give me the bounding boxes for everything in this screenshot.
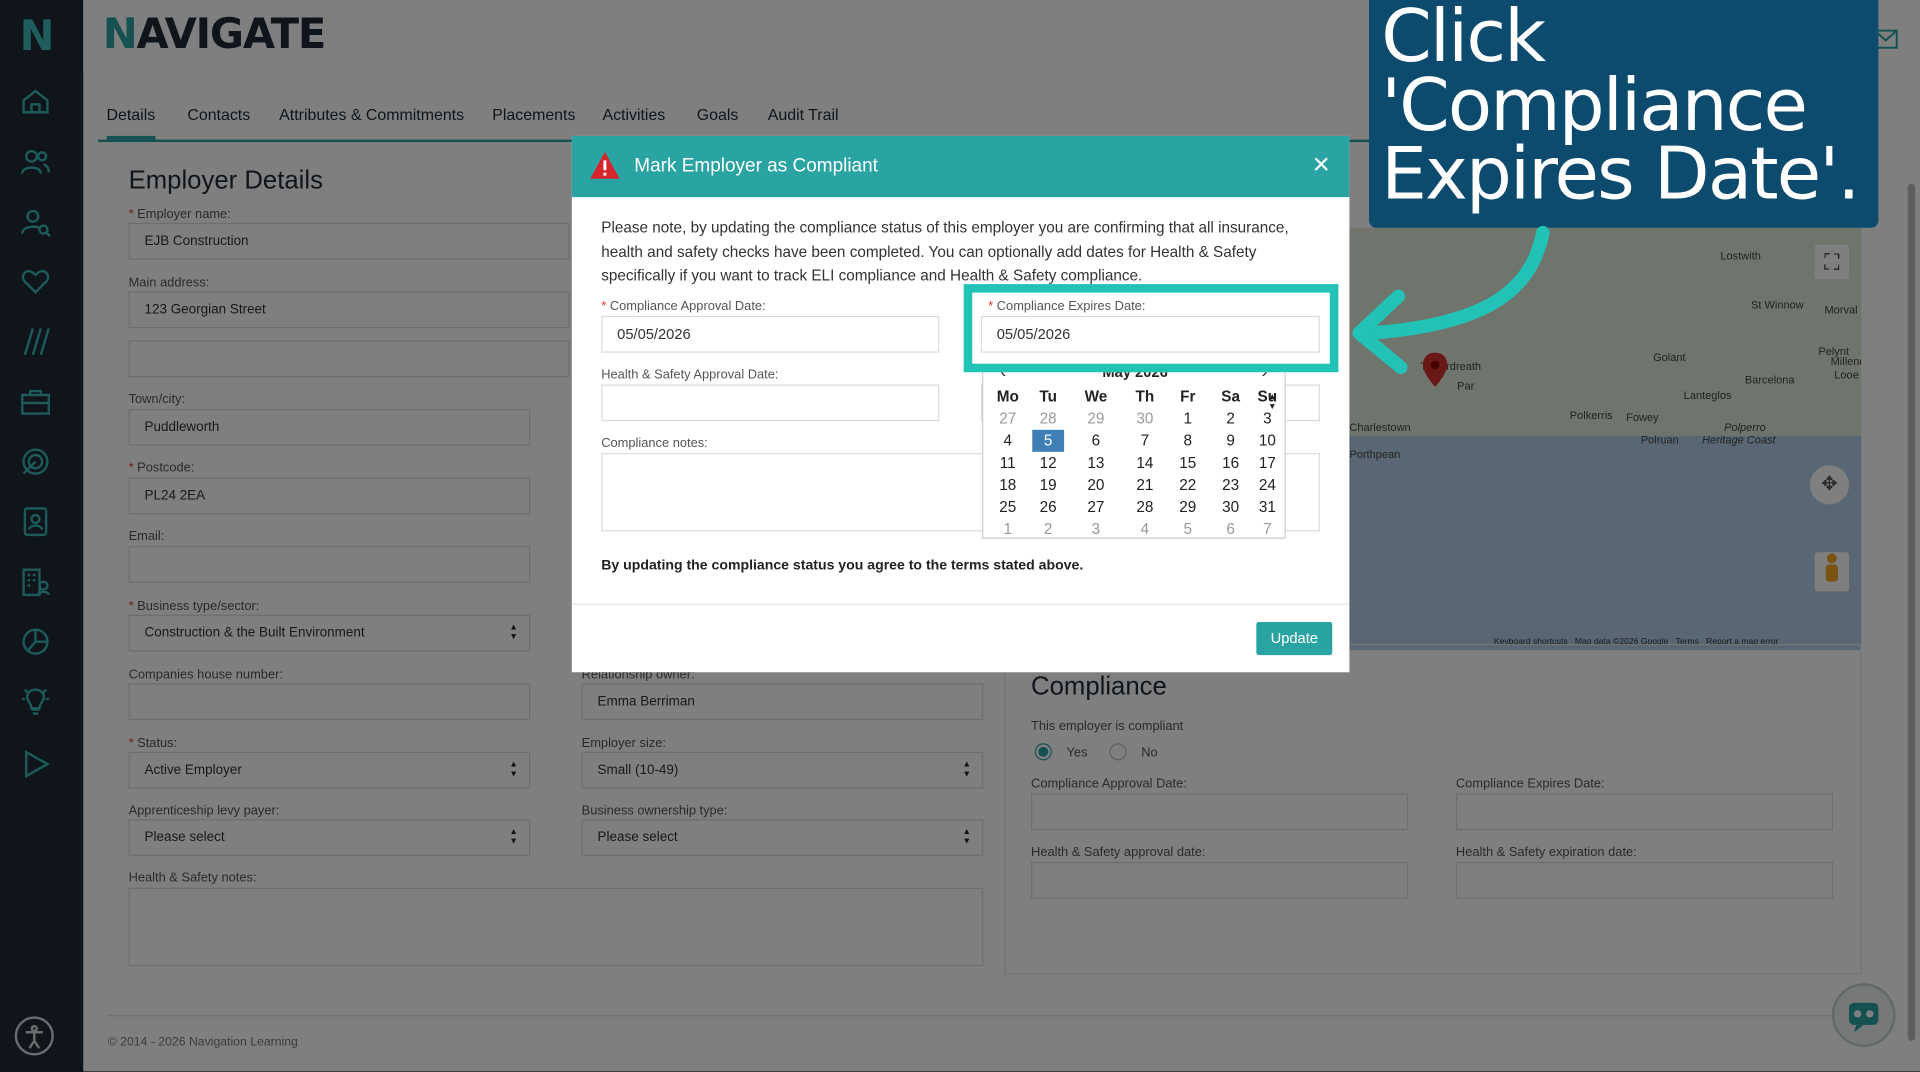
calendar-week-row: 18 19 20 21 22 23 24: [983, 474, 1287, 496]
calendar-day[interactable]: 3: [1064, 518, 1128, 540]
modal-hs-approval-label: Health & Safety Approval Date:: [601, 367, 779, 383]
modal-footer-divider: [571, 603, 1350, 605]
weekday-label: Fr: [1180, 388, 1196, 406]
weekday-label: Sa: [1221, 388, 1240, 406]
calendar-day[interactable]: 31: [1248, 496, 1287, 518]
modal-description: Please note, by updating the compliance …: [601, 219, 1289, 285]
modal-notes-label: Compliance notes:: [601, 435, 708, 451]
calendar-grid: MoTuWeThFrSaSu27282930123456789101112131…: [983, 386, 1287, 540]
warning-icon: [589, 151, 621, 187]
calendar-day[interactable]: 2: [1213, 408, 1247, 430]
update-button[interactable]: Update: [1256, 622, 1333, 656]
screen: N NAVIGATE Details Contacts Attributes &…: [0, 0, 1920, 1072]
calendar-day[interactable]: 4: [1128, 518, 1162, 540]
calendar-day[interactable]: 27: [983, 408, 1032, 430]
calendar-day[interactable]: 5: [1162, 518, 1213, 540]
calendar-day[interactable]: 10: [1248, 430, 1287, 452]
weekday-label: Tu: [1039, 388, 1057, 406]
agreement-text: By updating the compliance status you ag…: [601, 558, 1084, 574]
modal-approval-input[interactable]: 05/05/2026: [601, 315, 940, 353]
calendar-day[interactable]: 28: [1032, 408, 1064, 430]
calendar-day[interactable]: 14: [1128, 452, 1162, 474]
calendar-day[interactable]: 4: [983, 430, 1032, 452]
modal-header: Mark Employer as Compliant ×: [571, 135, 1350, 198]
calendar-day[interactable]: 28: [1128, 496, 1162, 518]
calendar-day[interactable]: 8: [1162, 430, 1213, 452]
calendar-week-row: 25 26 27 28 29 30 31: [983, 496, 1287, 518]
calendar-day[interactable]: 20: [1064, 474, 1128, 496]
arrow-icon: [1352, 225, 1550, 375]
modal-expires-label: * Compliance Expires Date:: [988, 298, 1146, 314]
date-picker: ‹ May 2026 › MoTuWeThFrSaSu2728293012345…: [982, 360, 1286, 539]
weekday-label: We: [1084, 388, 1108, 406]
calendar-day[interactable]: 2: [1032, 518, 1064, 540]
calendar-week-row: 11 12 13 14 15 16 17: [983, 452, 1287, 474]
modal-approval-label: * Compliance Approval Date:: [601, 298, 766, 314]
calendar-day[interactable]: 9: [1213, 430, 1247, 452]
instruction-callout: Click 'Compliance Expires Date'.: [1368, 0, 1879, 228]
calendar-day[interactable]: 15: [1162, 452, 1213, 474]
weekday-label: Mo: [996, 388, 1019, 406]
calendar-day[interactable]: 1: [1162, 408, 1213, 430]
calendar-day[interactable]: 23: [1213, 474, 1247, 496]
calendar-day[interactable]: 1: [983, 518, 1032, 540]
instruction-text: Click 'Compliance Expires Date'.: [1381, 0, 1860, 216]
calendar-weekday-row: MoTuWeThFrSaSu: [983, 386, 1287, 408]
calendar-day[interactable]: 16: [1213, 452, 1247, 474]
calendar-week-row: 27 28 29 30 1 2 3: [983, 408, 1287, 430]
calendar-week-row: 1234567: [983, 518, 1287, 540]
calendar-day[interactable]: 17: [1248, 452, 1287, 474]
calendar-day[interactable]: 30: [1128, 408, 1162, 430]
close-icon[interactable]: ×: [1313, 150, 1330, 180]
calendar-day[interactable]: 13: [1064, 452, 1128, 474]
calendar-day[interactable]: 24: [1248, 474, 1287, 496]
calendar-day[interactable]: 21: [1128, 474, 1162, 496]
calendar-day[interactable]: 26: [1032, 496, 1064, 518]
calendar-day[interactable]: 29: [1064, 408, 1128, 430]
modal-title: Mark Employer as Compliant: [634, 155, 878, 177]
calendar-day[interactable]: 5: [1032, 429, 1065, 452]
calendar-day[interactable]: 25: [983, 496, 1032, 518]
calendar-day[interactable]: 18: [983, 474, 1032, 496]
calendar-day[interactable]: 27: [1064, 496, 1128, 518]
calendar-week-row: 45678910: [983, 429, 1287, 452]
calendar-day[interactable]: 19: [1032, 474, 1064, 496]
calendar-day[interactable]: 6: [1064, 430, 1128, 452]
calendar-day[interactable]: 6: [1213, 518, 1247, 540]
calendar-day[interactable]: 22: [1162, 474, 1213, 496]
calendar-day[interactable]: 7: [1248, 518, 1287, 540]
calendar-day[interactable]: 11: [983, 452, 1032, 474]
calendar-day[interactable]: 12: [1032, 452, 1064, 474]
modal-expires-input[interactable]: 05/05/2026: [980, 315, 1321, 353]
modal-hs-approval-input[interactable]: [601, 384, 940, 422]
calendar-day[interactable]: 30: [1213, 496, 1247, 518]
calendar-day[interactable]: 29: [1162, 496, 1213, 518]
weekday-label: Th: [1135, 388, 1155, 406]
calendar-day[interactable]: 7: [1128, 430, 1162, 452]
